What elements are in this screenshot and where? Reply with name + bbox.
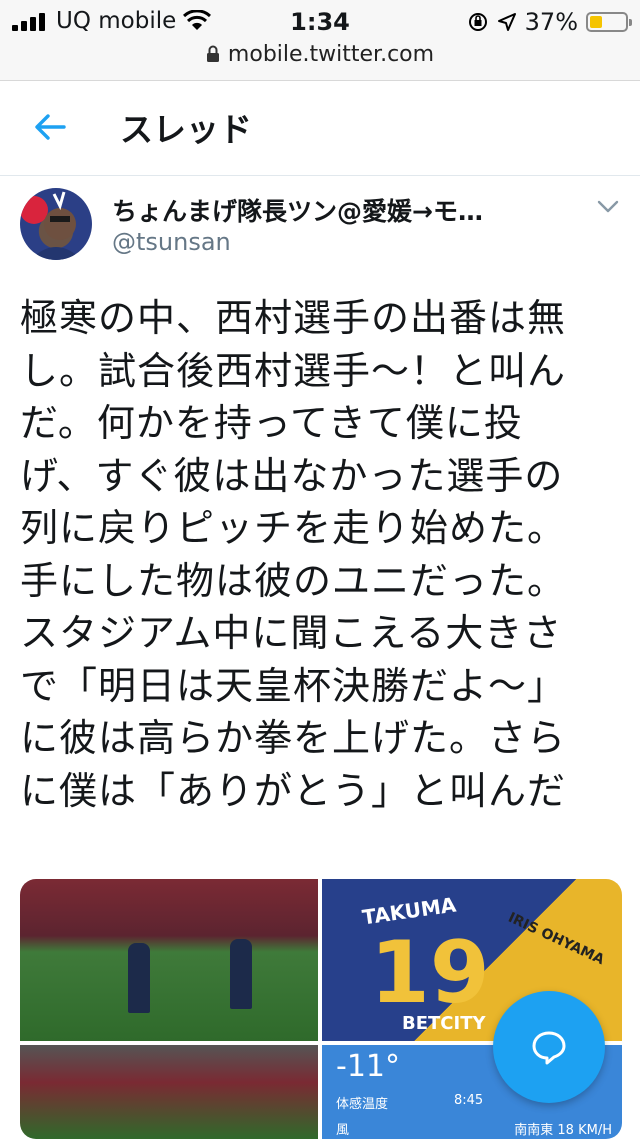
location-icon	[497, 13, 516, 31]
tweet-line: げ、すぐ彼は出なかった選手の	[20, 453, 564, 498]
jersey2-text: IRIS OHYAMA	[505, 909, 607, 969]
author-handle[interactable]: @tsunsan	[112, 228, 231, 256]
weather-temp: -11°	[336, 1049, 400, 1084]
address-url: mobile.twitter.com	[227, 42, 435, 67]
jersey-sponsor: BETCITY	[402, 1013, 486, 1034]
weather-wind-value: 南南東 18 KM/H	[514, 1123, 612, 1138]
compose-reply-button[interactable]	[493, 991, 605, 1103]
app-header: スレッド	[0, 81, 640, 176]
battery-icon	[586, 12, 632, 32]
orientation-lock-icon	[468, 13, 487, 31]
tweet-line: スタジアム中に聞こえる大きさ	[20, 611, 563, 655]
photo-stadium-players[interactable]	[20, 879, 318, 1041]
status-bar: UQ mobile 1:34 37% mobile.twitter.com	[0, 0, 640, 81]
tweet-line: 極寒の中、西村選手の出番は無	[20, 296, 567, 340]
tweet-line: に彼は高らか拳を上げた。さら	[20, 716, 567, 760]
photo-stadium-stands[interactable]	[20, 1045, 318, 1139]
tweet-line: で「明日は天皇杯決勝だよ〜」	[20, 663, 567, 708]
weather-wind-label: 風	[336, 1123, 350, 1138]
lock-icon	[206, 45, 219, 62]
avatar[interactable]	[20, 188, 92, 260]
jersey-number: 19	[370, 923, 490, 1023]
tweet-text: 極寒の中、西村選手の出番は無 し。試合後西村選手〜！と叫ん だ。何かを持ってきて…	[20, 292, 632, 817]
tweet-line: に僕は「ありがとう」と叫んだ	[20, 768, 567, 813]
tweet-line: 手にした物は彼のユニだった。	[20, 558, 567, 603]
battery-percent: 37%	[524, 8, 578, 36]
tweet-line: し。試合後西村選手〜！と叫ん	[20, 348, 567, 393]
speech-bubble-icon	[532, 1031, 566, 1065]
tweet-line: 列に戻りピッチを走り始めた。	[20, 506, 567, 550]
address-bar[interactable]: mobile.twitter.com	[0, 42, 640, 67]
back-arrow-icon[interactable]	[30, 107, 70, 147]
chevron-down-icon[interactable]	[596, 194, 620, 218]
page-title: スレッド	[120, 110, 252, 149]
tweet-line: だ。何かを持ってきて僕に投	[20, 401, 523, 445]
weather-time: 8:45	[454, 1093, 484, 1108]
author-display-name[interactable]: ちょんまげ隊長ツン@愛媛→モ…	[112, 192, 483, 228]
weather-feels-label: 体感温度	[336, 1097, 389, 1112]
